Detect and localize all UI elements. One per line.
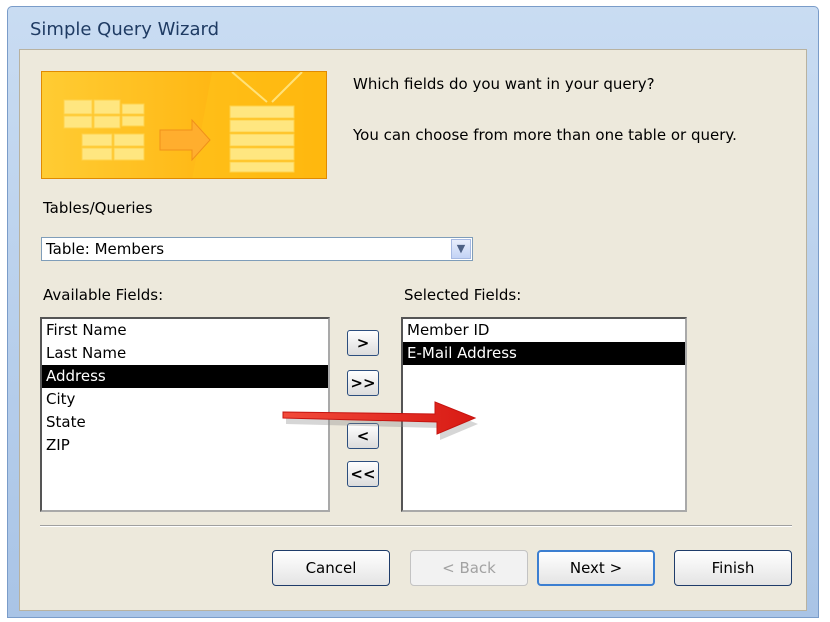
- table-to-query-illustration: [63, 72, 326, 178]
- red-arrow-icon: [282, 401, 478, 440]
- cancel-button[interactable]: Cancel: [272, 550, 390, 586]
- selected-fields-label: Selected Fields:: [404, 286, 522, 304]
- chevron-down-icon[interactable]: ▼: [451, 239, 471, 259]
- tables-queries-value: Table: Members: [46, 240, 165, 258]
- wizard-question: Which fields do you want in your query?: [353, 75, 655, 93]
- title-bar[interactable]: Simple Query Wizard: [8, 7, 818, 47]
- available-fields-label: Available Fields:: [43, 286, 164, 304]
- wizard-banner-image: [41, 71, 327, 179]
- window-title: Simple Query Wizard: [30, 19, 219, 40]
- list-item[interactable]: Last Name: [42, 342, 328, 365]
- list-item-selected[interactable]: E-Mail Address: [403, 342, 685, 365]
- list-item[interactable]: Member ID: [403, 319, 685, 342]
- finish-button[interactable]: Finish: [674, 550, 792, 586]
- tables-queries-label: Tables/Queries: [43, 199, 153, 217]
- tables-queries-dropdown[interactable]: Table: Members ▼: [41, 237, 473, 261]
- remove-all-fields-button[interactable]: <<: [347, 461, 379, 487]
- back-button[interactable]: < Back: [410, 550, 528, 586]
- next-button[interactable]: Next >: [537, 550, 655, 586]
- wizard-body: Which fields do you want in your query? …: [19, 49, 807, 611]
- wizard-hint: You can choose from more than one table …: [353, 126, 737, 144]
- add-field-button[interactable]: >: [347, 330, 379, 356]
- wizard-window: Simple Query Wizard Which fields do you …: [7, 6, 819, 618]
- list-item[interactable]: First Name: [42, 319, 328, 342]
- button-separator: [40, 525, 792, 527]
- list-item-selected[interactable]: Address: [42, 365, 328, 388]
